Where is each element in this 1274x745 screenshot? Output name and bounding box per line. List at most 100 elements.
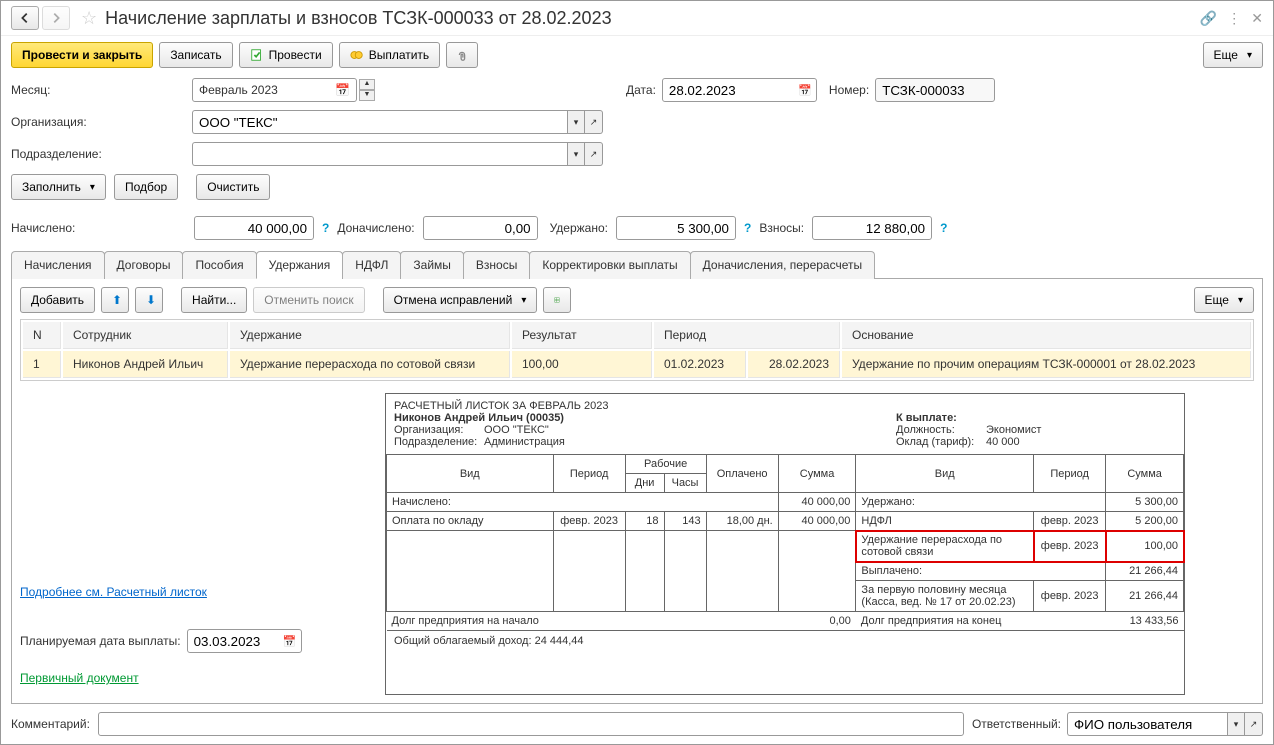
ps-title: РАСЧЕТНЫЙ ЛИСТОК ЗА ФЕВРАЛЬ 2023 (394, 400, 896, 412)
more-button[interactable]: Еще (1203, 42, 1263, 68)
month-field[interactable]: Февраль 2023 📅 (192, 78, 357, 102)
month-label: Месяц: (11, 83, 186, 97)
hint-icon[interactable]: ? (940, 221, 947, 235)
tab-benefits[interactable]: Пособия (182, 251, 256, 279)
dept-field[interactable] (192, 142, 567, 166)
hint-icon[interactable]: ? (322, 221, 329, 235)
tab-loans[interactable]: Займы (400, 251, 464, 279)
tab-more-button[interactable]: Еще (1194, 287, 1254, 313)
clear-button[interactable]: Очистить (196, 174, 270, 200)
settings-button[interactable] (543, 287, 571, 313)
save-button[interactable]: Записать (159, 42, 232, 68)
ps-dept-value: Администрация (484, 436, 565, 448)
tab-ndfl[interactable]: НДФЛ (342, 251, 401, 279)
cell-period-to[interactable]: 28.02.2023 (748, 351, 840, 378)
month-down-button[interactable]: ▼ (359, 90, 375, 101)
ps-rate-label: Оклад (тариф): (896, 436, 986, 448)
move-up-button[interactable]: ⬆ (101, 287, 129, 313)
arrow-right-icon (49, 11, 63, 25)
find-button[interactable]: Найти... (181, 287, 247, 313)
close-icon[interactable]: ✕ (1251, 10, 1263, 27)
col-basis-header: Основание (842, 322, 1251, 349)
nav-forward-button (42, 6, 70, 30)
org-dropdown-button[interactable]: ▾ (567, 110, 585, 134)
tab-corrections[interactable]: Корректировки выплаты (529, 251, 690, 279)
responsible-field[interactable] (1067, 712, 1227, 736)
tab-deductions[interactable]: Удержания (256, 251, 344, 279)
paperclip-icon (455, 48, 469, 62)
post-icon (250, 48, 264, 62)
tab-contributions[interactable]: Взносы (463, 251, 530, 279)
ps-taxable-label: Общий облагаемый доход: (394, 635, 532, 647)
ps-position-value: Экономист (986, 424, 1041, 436)
hint-icon[interactable]: ? (744, 221, 751, 235)
responsible-dropdown-button[interactable]: ▾ (1227, 712, 1245, 736)
payslip-details-link[interactable]: Подробнее см. Расчетный листок (20, 585, 365, 599)
accrued-label: Начислено: (11, 221, 186, 235)
post-button[interactable]: Провести (239, 42, 333, 68)
date-field[interactable] (662, 78, 817, 102)
addl-label: Доначислено: (337, 221, 414, 235)
select-button[interactable]: Подбор (114, 174, 178, 200)
accrued-field[interactable] (194, 216, 314, 240)
pay-button[interactable]: Выплатить (339, 42, 441, 68)
withheld-field[interactable] (616, 216, 736, 240)
ps-dept-label: Подразделение: (394, 436, 484, 448)
ps-taxable-value: 24 444,44 (535, 635, 584, 647)
move-down-button[interactable]: ⬇ (135, 287, 163, 313)
post-label: Провести (269, 48, 322, 62)
cell-period-from[interactable]: 01.02.2023 (654, 351, 746, 378)
org-field[interactable] (192, 110, 567, 134)
month-up-button[interactable]: ▲ (359, 79, 375, 90)
ps-position-label: Должность: (896, 424, 986, 436)
contrib-label: Взносы: (759, 221, 804, 235)
tab-recalc[interactable]: Доначисления, перерасчеты (690, 251, 875, 279)
kebab-menu-icon[interactable]: ⋮ (1227, 10, 1241, 27)
dept-open-button[interactable]: ↗ (585, 142, 603, 166)
add-button[interactable]: Добавить (20, 287, 95, 313)
planned-date-field[interactable] (187, 629, 302, 653)
comment-field[interactable] (98, 712, 964, 736)
grid-icon (554, 293, 560, 307)
responsible-open-button[interactable]: ↗ (1245, 712, 1263, 736)
planned-date-label: Планируемая дата выплаты: (20, 634, 181, 648)
cell-result[interactable]: 100,00 (512, 351, 652, 378)
org-open-button[interactable]: ↗ (585, 110, 603, 134)
org-label: Организация: (11, 115, 186, 129)
month-value: Февраль 2023 (199, 83, 278, 97)
ps-employee: Никонов Андрей Ильич (00035) (394, 412, 896, 424)
calendar-icon: 📅 (335, 83, 350, 97)
col-period-header: Период (654, 322, 840, 349)
post-and-close-button[interactable]: Провести и закрыть (11, 42, 153, 68)
cell-deduction[interactable]: Удержание перерасхода по сотовой связи (230, 351, 510, 378)
withheld-label: Удержано: (550, 221, 608, 235)
attach-button[interactable] (446, 42, 478, 68)
ps-rate-value: 40 000 (986, 436, 1020, 448)
ps-pay-label: К выплате: (896, 412, 1176, 424)
money-icon (350, 48, 364, 62)
number-label: Номер: (829, 83, 869, 97)
addl-field[interactable] (423, 216, 538, 240)
dept-label: Подразделение: (11, 147, 186, 161)
fill-button[interactable]: Заполнить (11, 174, 106, 200)
cell-basis[interactable]: Удержание по прочим операциям ТСЗК-00000… (842, 351, 1251, 378)
col-result-header: Результат (512, 322, 652, 349)
nav-back-button[interactable] (11, 6, 39, 30)
cell-employee[interactable]: Никонов Андрей Ильич (63, 351, 228, 378)
date-label: Дата: (626, 83, 656, 97)
comment-label: Комментарий: (11, 717, 90, 731)
deductions-grid[interactable]: N Сотрудник Удержание Результат Период О… (20, 319, 1254, 381)
arrow-left-icon (18, 11, 32, 25)
tab-accruals[interactable]: Начисления (11, 251, 105, 279)
primary-doc-link[interactable]: Первичный документ (20, 671, 365, 685)
link-icon[interactable]: 🔗 (1200, 10, 1217, 27)
favorite-star-icon[interactable]: ☆ (81, 8, 97, 29)
table-row[interactable]: 1 Никонов Андрей Ильич Удержание перерас… (23, 351, 1251, 378)
dept-dropdown-button[interactable]: ▾ (567, 142, 585, 166)
pay-label: Выплатить (369, 48, 430, 62)
ps-org-label: Организация: (394, 424, 484, 436)
cancel-search-button: Отменить поиск (253, 287, 364, 313)
cancel-fixes-button[interactable]: Отмена исправлений (383, 287, 538, 313)
contrib-field[interactable] (812, 216, 932, 240)
tab-contracts[interactable]: Договоры (104, 251, 184, 279)
